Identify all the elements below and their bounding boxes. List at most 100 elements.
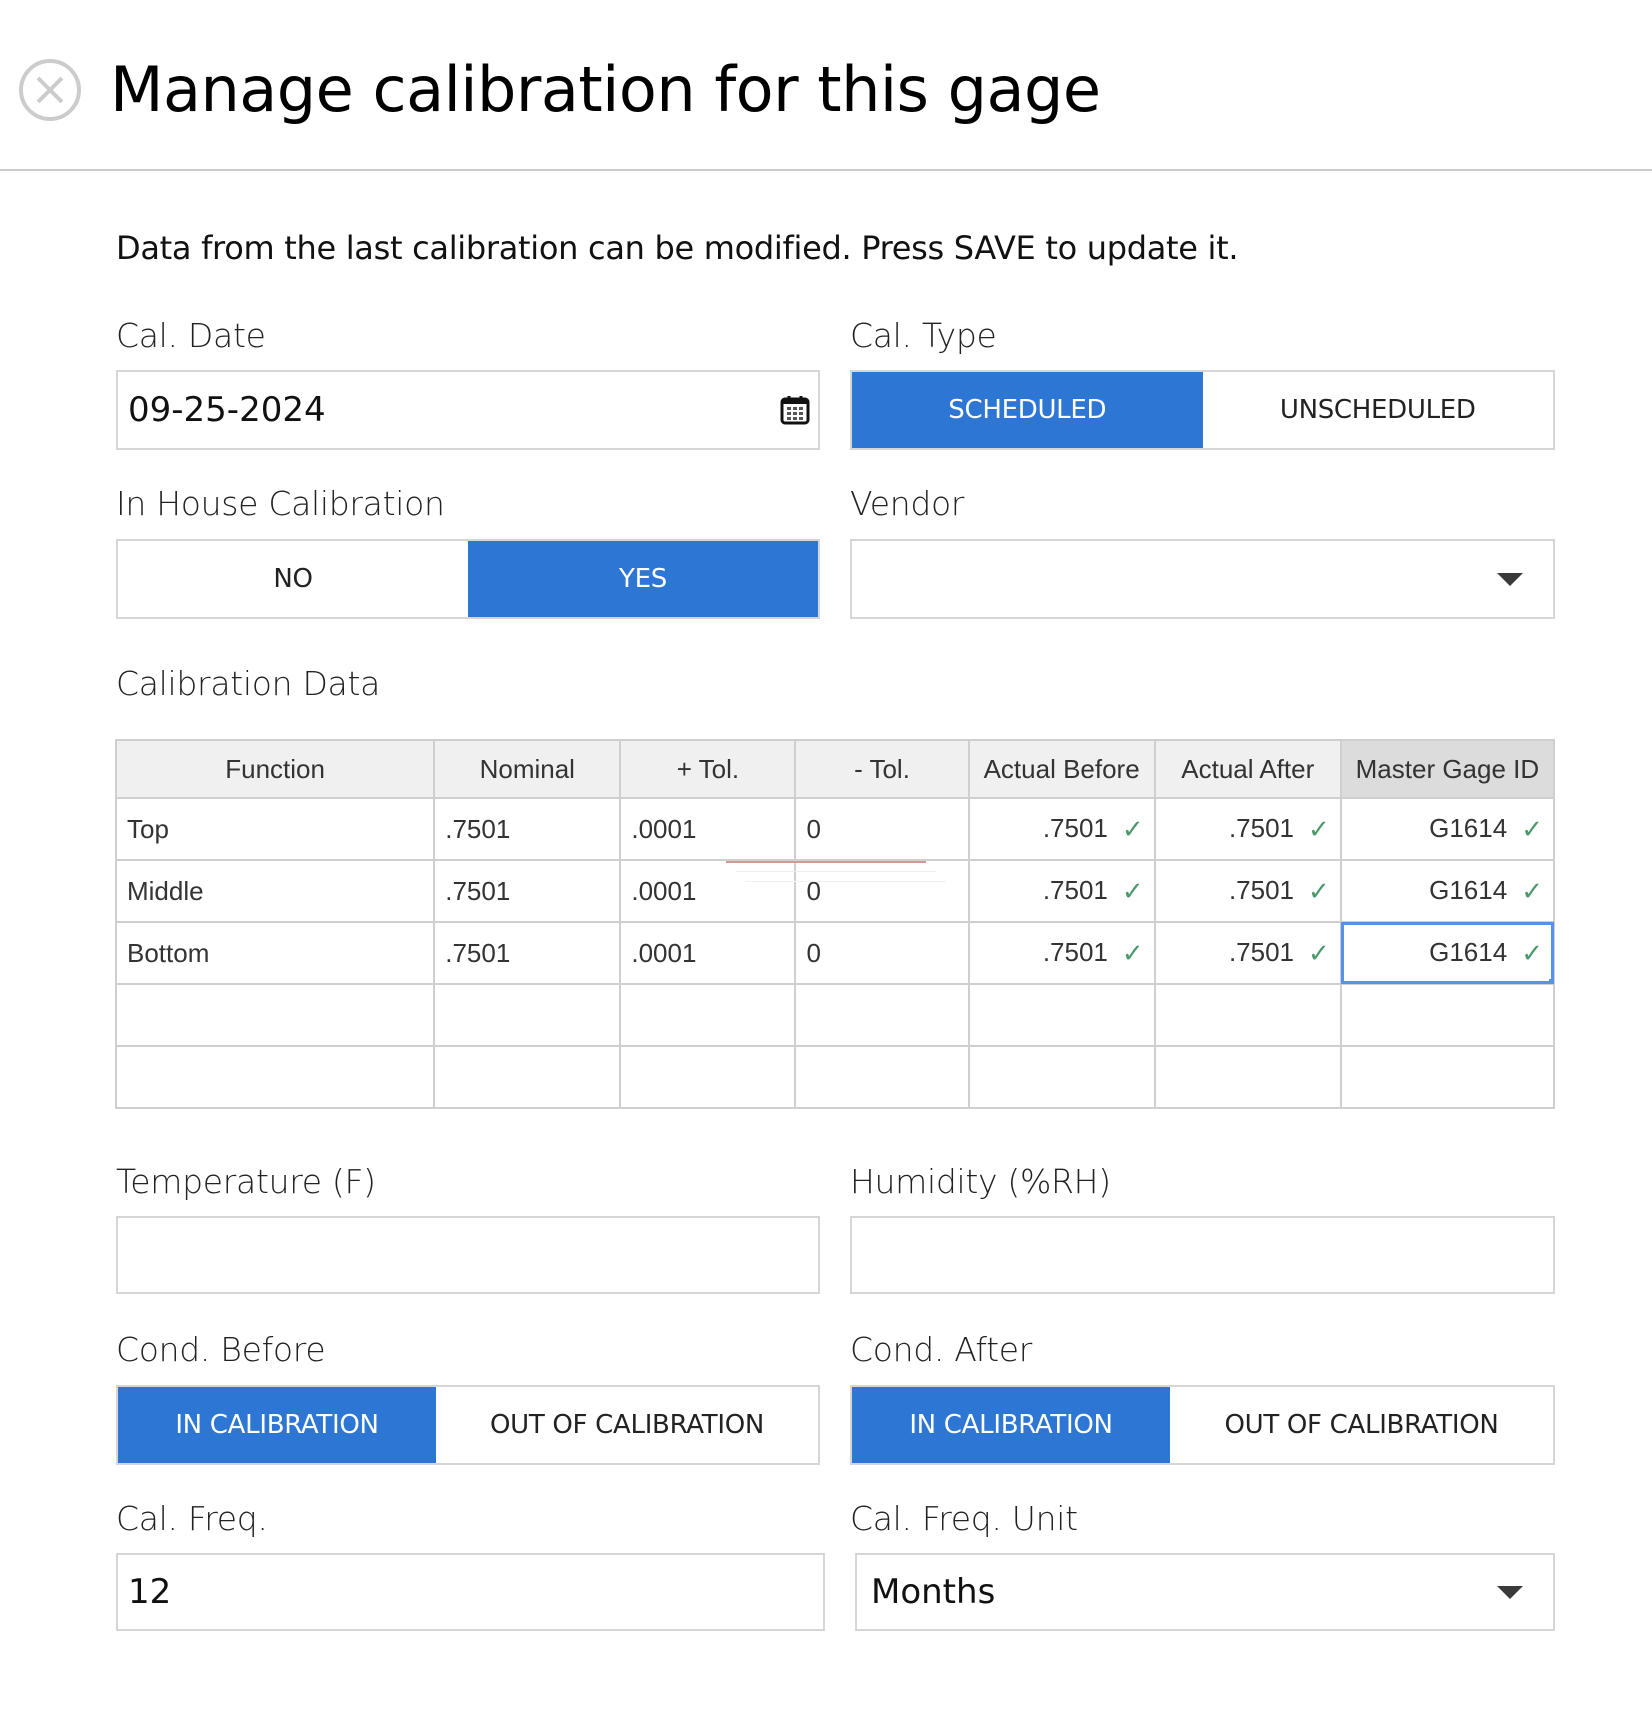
temperature-input[interactable] <box>128 1235 818 1275</box>
check-icon: ✓ <box>1121 814 1144 845</box>
col-header-minus-tol[interactable]: - Tol. <box>794 739 970 799</box>
col-header-actual-after[interactable]: Actual After <box>1153 739 1342 799</box>
cell-master-gage-id[interactable] <box>1339 983 1556 1047</box>
cal-date-field[interactable] <box>116 370 820 450</box>
in-house-yes[interactable]: YES <box>468 541 818 617</box>
cell-actual-after[interactable] <box>1153 983 1342 1047</box>
cond-before-out-of-calibration[interactable]: OUT OF CALIBRATION <box>436 1387 818 1463</box>
calibration-data-grid: Function Nominal + Tol. - Tol. Actual Be… <box>114 739 1556 1109</box>
cell-actual-before[interactable]: .7501 ✓ <box>967 921 1156 985</box>
cell-actual-before[interactable]: .7501 ✓ <box>967 859 1156 923</box>
cell-nominal[interactable]: .7501 <box>433 859 622 923</box>
cell-minus-tol[interactable]: 0 <box>794 921 970 985</box>
cell-actual-before[interactable]: .7501 ✓ <box>967 797 1156 861</box>
cell-value: .7501 <box>445 813 511 844</box>
cell-actual-after[interactable]: .7501 ✓ <box>1153 797 1342 861</box>
cell-value: .7501 <box>1228 936 1295 967</box>
cond-after-in-calibration[interactable]: IN CALIBRATION <box>852 1387 1170 1463</box>
cell-actual-after[interactable] <box>1153 1045 1342 1109</box>
cell-value: Bottom <box>127 937 210 968</box>
cell-actual-before[interactable] <box>967 983 1156 1047</box>
cell-plus-tol[interactable]: .0001 <box>619 921 797 985</box>
cal-type-unscheduled[interactable]: UNSCHEDULED <box>1202 372 1553 448</box>
cond-after-label: Cond. After <box>850 1330 1033 1369</box>
render-artifact-line <box>736 871 936 872</box>
cell-minus-tol[interactable] <box>794 1045 970 1109</box>
check-icon: ✓ <box>1308 814 1330 845</box>
cond-before-in-calibration[interactable]: IN CALIBRATION <box>118 1387 436 1463</box>
close-button[interactable] <box>18 58 82 122</box>
cell-value: 0 <box>806 937 821 968</box>
cell-function[interactable] <box>114 1045 436 1109</box>
check-icon: ✓ <box>1308 876 1330 907</box>
col-header-function[interactable]: Function <box>114 739 436 799</box>
cell-value: .7501 <box>1228 812 1295 843</box>
cell-value: .0001 <box>631 813 697 844</box>
grid-header-row: Function Nominal + Tol. - Tol. Actual Be… <box>114 739 1556 799</box>
col-header-master-gage-id[interactable]: Master Gage ID <box>1339 739 1556 799</box>
col-header-nominal[interactable]: Nominal <box>433 739 622 799</box>
cell-master-gage-id[interactable]: G1614 ✓ <box>1339 921 1556 985</box>
cal-freq-unit-label: Cal. Freq. Unit <box>850 1499 1078 1538</box>
cell-master-gage-id[interactable]: G1614 ✓ <box>1339 797 1556 861</box>
vendor-select[interactable] <box>850 539 1555 619</box>
table-row <box>114 1045 1556 1109</box>
check-icon: ✓ <box>1521 876 1543 907</box>
dropdown-caret-icon <box>1497 1586 1523 1599</box>
cell-master-gage-id[interactable]: G1614 ✓ <box>1339 859 1556 923</box>
check-icon: ✓ <box>1521 938 1543 969</box>
cal-type-label: Cal. Type <box>850 316 997 355</box>
cell-plus-tol[interactable] <box>619 983 797 1047</box>
humidity-field[interactable] <box>850 1216 1555 1294</box>
cal-freq-field[interactable] <box>116 1553 825 1631</box>
dialog-title: Manage calibration for this gage <box>110 53 1101 126</box>
cell-plus-tol[interactable]: .0001 <box>619 797 797 861</box>
cell-actual-after[interactable]: .7501 ✓ <box>1153 921 1342 985</box>
cell-value: .7501 <box>1042 936 1108 967</box>
cell-function[interactable]: Middle <box>114 859 436 923</box>
cell-minus-tol[interactable]: 0 <box>794 859 970 923</box>
cell-function[interactable]: Top <box>114 797 436 861</box>
cond-before-toggle: IN CALIBRATION OUT OF CALIBRATION <box>116 1385 820 1465</box>
dropdown-caret-icon <box>1497 573 1523 586</box>
temperature-field[interactable] <box>116 1216 820 1294</box>
cal-type-scheduled[interactable]: SCHEDULED <box>852 372 1203 448</box>
cell-actual-after[interactable]: .7501 ✓ <box>1153 859 1342 923</box>
cell-nominal[interactable]: .7501 <box>433 797 622 861</box>
calendar-icon[interactable] <box>780 394 810 425</box>
render-artifact-line <box>746 881 946 882</box>
cal-freq-unit-select[interactable]: Months <box>855 1553 1555 1631</box>
cell-master-gage-id[interactable] <box>1339 1045 1556 1109</box>
cell-function[interactable] <box>114 983 436 1047</box>
humidity-input[interactable] <box>862 1235 1553 1275</box>
cond-after-out-of-calibration[interactable]: OUT OF CALIBRATION <box>1170 1387 1553 1463</box>
cell-actual-before[interactable] <box>967 1045 1156 1109</box>
cell-nominal[interactable] <box>433 983 622 1047</box>
cal-date-label: Cal. Date <box>116 316 266 355</box>
cell-value: .7501 <box>445 875 511 906</box>
cal-freq-input[interactable] <box>128 1572 823 1612</box>
cell-plus-tol[interactable] <box>619 1045 797 1109</box>
humidity-label: Humidity (%RH) <box>850 1162 1111 1201</box>
cell-plus-tol[interactable]: .0001 <box>619 859 797 923</box>
cond-before-label: Cond. Before <box>116 1330 326 1369</box>
intro-text: Data from the last calibration can be mo… <box>116 229 1239 267</box>
cell-value: .7501 <box>1042 812 1108 843</box>
cell-nominal[interactable]: .7501 <box>433 921 622 985</box>
cell-function[interactable]: Bottom <box>114 921 436 985</box>
cond-after-toggle: IN CALIBRATION OUT OF CALIBRATION <box>850 1385 1555 1465</box>
calibration-data-label: Calibration Data <box>116 664 381 703</box>
check-icon: ✓ <box>1121 938 1144 969</box>
cell-minus-tol[interactable] <box>794 983 970 1047</box>
col-header-actual-before[interactable]: Actual Before <box>967 739 1156 799</box>
cell-nominal[interactable] <box>433 1045 622 1109</box>
fill-handle[interactable] <box>1549 979 1552 982</box>
render-artifact-line <box>726 861 926 863</box>
col-header-plus-tol[interactable]: + Tol. <box>619 739 797 799</box>
cell-minus-tol[interactable]: 0 <box>794 797 970 861</box>
cell-value: 0 <box>806 875 821 906</box>
in-house-no[interactable]: NO <box>118 541 468 617</box>
cell-value: Top <box>127 813 169 844</box>
cal-type-toggle: SCHEDULED UNSCHEDULED <box>850 370 1555 450</box>
cal-date-input[interactable] <box>128 390 818 430</box>
